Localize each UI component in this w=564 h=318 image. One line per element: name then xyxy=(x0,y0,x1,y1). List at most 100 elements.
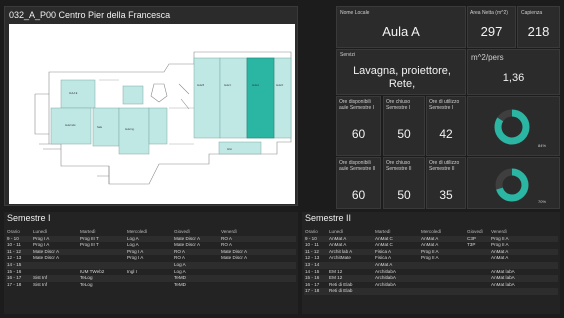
table-row: 12 - 13 ArchitMate Fisica A Prog II A AnMat … xyxy=(304,255,558,262)
course-cell: Sist Inf xyxy=(32,275,79,282)
semestre2-header-cell: Mercoledì xyxy=(421,229,442,234)
time-slot-cell: 14 - 15 xyxy=(305,268,320,274)
course-cell: TeLog xyxy=(80,281,93,287)
ratio-card: m^2/pers 1,36 xyxy=(467,49,560,95)
sem1-available-label: Ore disponibili aule Semestre I xyxy=(339,99,375,111)
course-cell xyxy=(126,275,173,282)
course-cell: Mate Discr A xyxy=(33,255,60,261)
course-cell: AnMat labA xyxy=(491,281,515,287)
time-slot-cell: 10 - 11 xyxy=(7,242,21,248)
course-cell xyxy=(420,282,466,289)
table-row: 17 - 18 Sist Inf TeLog TeMD xyxy=(6,282,296,289)
semestre1-header-cell: Lunedì xyxy=(33,229,48,234)
room-name-card: Nome Locale Aula A xyxy=(336,6,466,48)
sem2-available-card: Ore disponibili aule Semestre II 60 xyxy=(336,157,381,209)
course-cell: AnMat A xyxy=(329,242,347,248)
time-slot-cell: 16 - 17 xyxy=(6,275,32,282)
course-cell xyxy=(126,282,173,289)
course-cell: Log A xyxy=(126,235,173,243)
course-cell: Log A xyxy=(127,242,139,248)
sem2-used-card: Ore di utilizzo Semestre II 35 xyxy=(426,157,466,209)
table-row: 13 - 14 AnMat A xyxy=(304,261,558,269)
course-cell: Log A xyxy=(174,268,186,274)
course-cell xyxy=(374,288,420,295)
semestre1-title: Semestre I xyxy=(7,213,51,223)
services-value: Lavagna, proiettore, Rete, xyxy=(353,65,451,90)
course-cell: Prog I A xyxy=(126,248,173,256)
table-row: 14 - 15 EM 12 ArchitlabA AnMat labA xyxy=(304,269,558,276)
course-cell: Prog I A xyxy=(32,235,79,243)
course-cell: ArchitlabA xyxy=(375,281,396,287)
course-cell: AnMat A xyxy=(328,235,374,243)
course-cell xyxy=(466,288,490,295)
map-title: 032_A_P00 Centro Pier della Francesca xyxy=(9,10,171,20)
ratio-value: 1,36 xyxy=(502,72,525,84)
sem2-closed-value: 50 xyxy=(397,188,411,202)
time-slot-cell: 11 - 12 xyxy=(304,248,328,256)
course-cell: IUM TWeb2 xyxy=(80,268,105,274)
course-cell: Archit lab A xyxy=(328,248,374,256)
course-cell: Mate Discr A xyxy=(221,255,248,261)
course-cell: AnMat A xyxy=(490,248,558,256)
svg-text:Aula B: Aula B xyxy=(197,84,204,87)
sem2-used-value: 35 xyxy=(439,188,453,202)
time-slot-cell: 11 - 12 xyxy=(6,248,32,256)
course-cell: AnMat A xyxy=(491,255,509,261)
course-cell: EM 12 xyxy=(329,268,343,274)
table-row: 9 - 10 AnMat A AnMat C AnMat A C3P Prog II A xyxy=(304,235,558,243)
sem2-usage-donut-card: 70% xyxy=(467,157,560,209)
sem1-available-card: Ore disponibili aule Semestre I 60 xyxy=(336,96,381,156)
course-cell xyxy=(220,275,296,282)
sem1-used-value: 42 xyxy=(439,127,453,141)
course-cell xyxy=(420,261,466,269)
semestre1-header-cell: Giovedì xyxy=(174,229,190,234)
course-cell xyxy=(328,261,374,269)
course-cell xyxy=(420,269,466,276)
course-cell xyxy=(32,269,79,276)
time-slot-cell: 15 - 16 xyxy=(304,275,328,282)
sem1-closed-label: Ore chiuso Semestre I xyxy=(386,99,411,111)
course-cell: Fisica A xyxy=(374,248,420,256)
sem2-used-label: Ore di utilizzo Semestre II xyxy=(429,160,460,172)
course-cell xyxy=(466,261,490,269)
course-cell: AnMat A xyxy=(374,261,420,269)
course-cell: EM 12 xyxy=(328,275,374,282)
time-slot-cell: 12 - 13 xyxy=(305,255,320,261)
semestre2-header-cell: Orario xyxy=(305,229,318,234)
semestre1-header-cell: Mercoledì xyxy=(127,229,148,234)
course-cell: Reti di Elab xyxy=(328,288,374,295)
sem1-closed-card: Ore chiuso Semestre I 50 xyxy=(383,96,425,156)
course-cell xyxy=(126,261,173,269)
table-row: 9 - 10 Prog I A Prog III T Log A Mate Discr … xyxy=(6,235,296,243)
time-slot-cell: 9 - 10 xyxy=(304,235,328,243)
course-cell xyxy=(466,275,490,282)
semestre2-header-cell: Lunedì xyxy=(329,229,344,234)
time-slot-cell: 9 - 10 xyxy=(6,235,32,243)
course-cell: AnMat labA xyxy=(490,275,558,282)
floor-plan-panel: 032_A_P00 Centro Pier della Francesca AU… xyxy=(4,6,298,206)
course-cell: Mate Discr A xyxy=(220,248,296,256)
course-cell: Prog III T xyxy=(80,242,99,248)
floor-plan-map[interactable]: AULA E Aula Indiv. Sala Aula Ing. Aula B… xyxy=(9,24,295,204)
table-row: 15 - 16 EM 12 ArchitlabA AnMat labA xyxy=(304,275,558,282)
course-cell: RO A xyxy=(220,235,296,243)
semestre2-header-cell: Martedì xyxy=(375,229,391,234)
semestre1-header-cell: Orario xyxy=(7,229,20,234)
room-name-value: Aula A xyxy=(382,24,420,39)
services-label: Servizi xyxy=(340,52,356,58)
semestre2-table: Orario Lunedì Martedì Mercoledì Giovedì Vener… xyxy=(304,229,558,295)
svg-text:Aula D: Aula D xyxy=(276,84,283,87)
table-row: 11 - 12 Mate Discr A Prog I A RO A Mate Disc… xyxy=(6,248,296,256)
course-cell xyxy=(79,248,126,256)
course-cell xyxy=(220,282,296,289)
course-cell xyxy=(466,255,490,262)
course-cell: Prog II A xyxy=(420,248,466,256)
course-cell: AnMat C xyxy=(375,242,393,248)
time-slot-cell: 15 - 16 xyxy=(7,268,22,274)
svg-text:Sala: Sala xyxy=(97,126,102,129)
sem2-closed-label: Ore chiuso Semestre II xyxy=(386,160,412,172)
course-cell: Prog II A xyxy=(421,255,439,261)
course-cell xyxy=(490,261,558,269)
course-cell: T3P xyxy=(467,242,476,248)
sem2-closed-card: Ore chiuso Semestre II 50 xyxy=(383,157,425,209)
